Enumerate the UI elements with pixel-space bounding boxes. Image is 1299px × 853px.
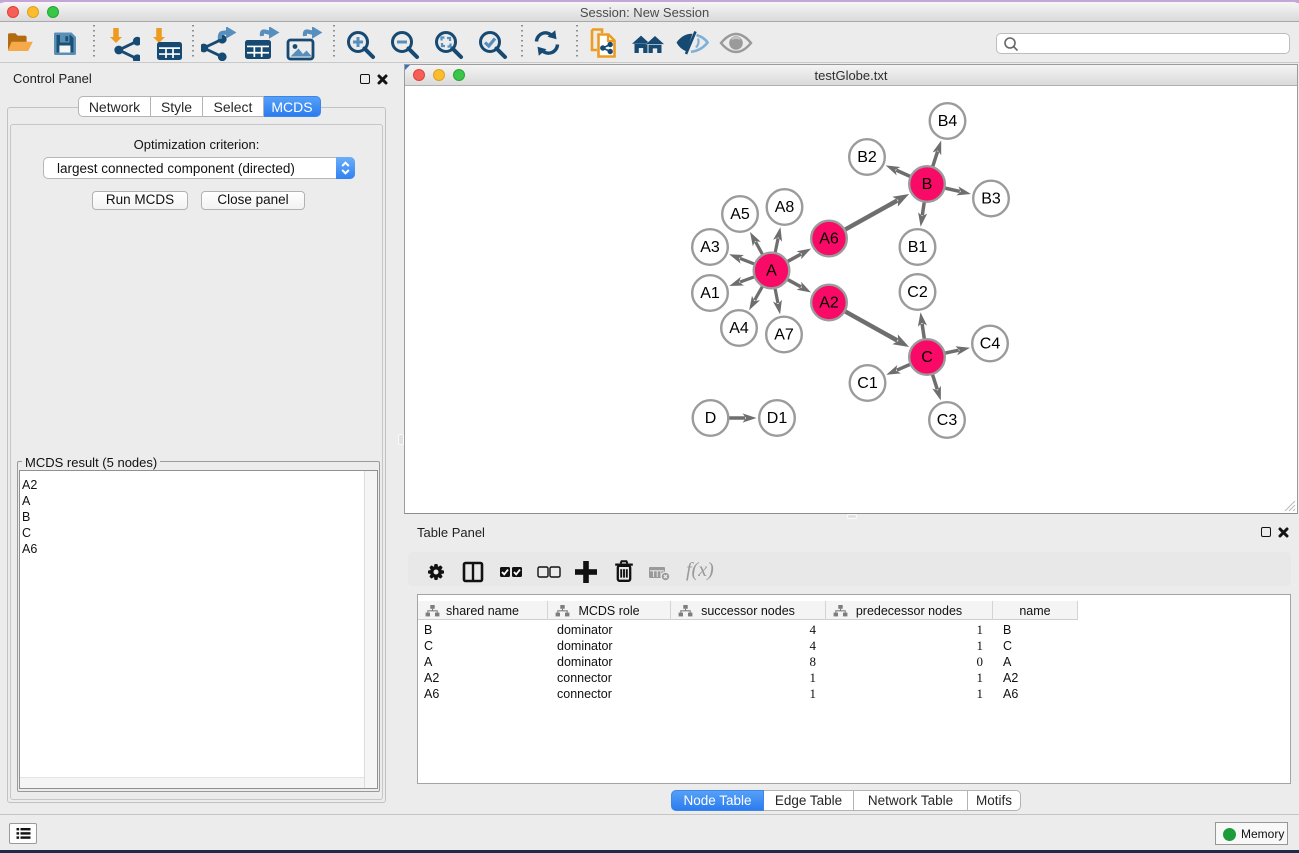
svg-text:A: A [766, 263, 777, 280]
svg-text:A6: A6 [819, 231, 839, 248]
svg-text:A3: A3 [700, 239, 720, 256]
svg-text:A4: A4 [729, 320, 749, 337]
svg-text:B4: B4 [938, 113, 958, 130]
svg-text:B3: B3 [981, 191, 1001, 208]
svg-text:D1: D1 [767, 410, 788, 427]
svg-text:A2: A2 [819, 295, 839, 312]
svg-text:D: D [705, 410, 717, 427]
svg-text:B1: B1 [908, 239, 928, 256]
svg-text:C3: C3 [937, 412, 958, 429]
svg-text:A1: A1 [700, 285, 720, 302]
svg-text:C: C [921, 349, 933, 366]
svg-text:C1: C1 [857, 375, 878, 392]
svg-text:C4: C4 [980, 336, 1001, 353]
svg-text:C2: C2 [907, 284, 928, 301]
svg-text:A8: A8 [775, 199, 795, 216]
svg-text:B2: B2 [857, 149, 877, 166]
svg-text:A7: A7 [774, 327, 794, 344]
svg-text:A5: A5 [730, 206, 750, 223]
svg-text:B: B [922, 176, 933, 193]
